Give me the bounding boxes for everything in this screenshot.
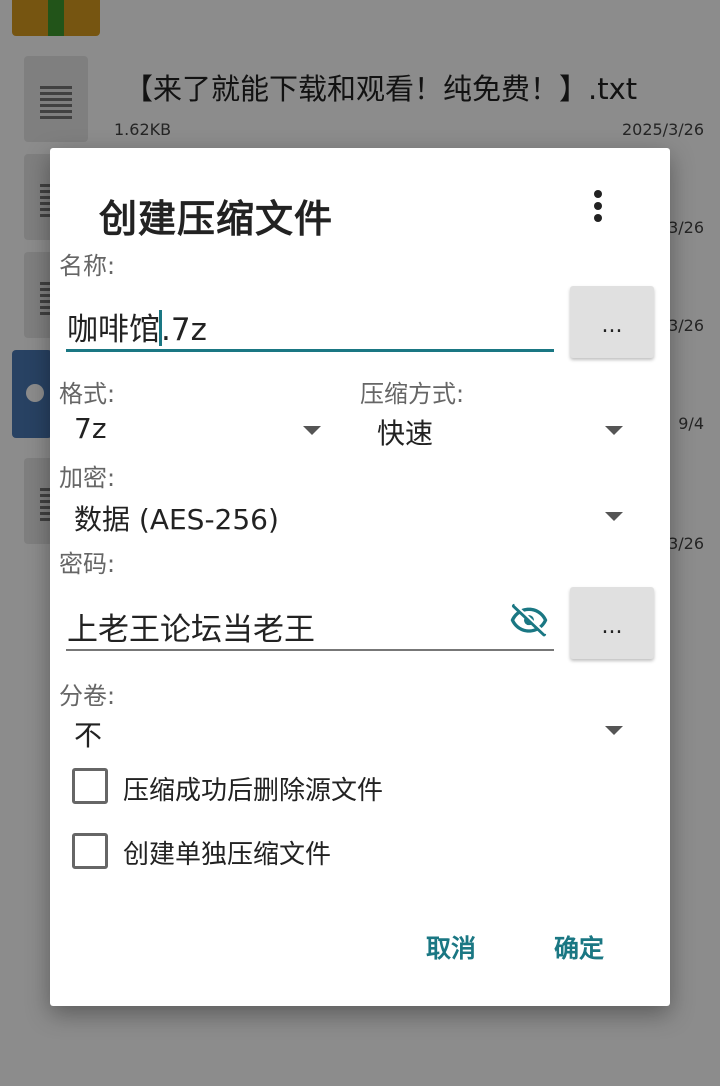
- dropdown-arrow-icon: [605, 726, 623, 735]
- visibility-off-icon[interactable]: [506, 601, 552, 641]
- password-input[interactable]: 上老王论坛当老王: [67, 604, 315, 649]
- encryption-value: 数据 (AES-256): [74, 503, 279, 536]
- dropdown-arrow-icon: [605, 426, 623, 435]
- separate-archives-checkbox[interactable]: [72, 833, 108, 869]
- ok-button[interactable]: 确定: [554, 929, 604, 965]
- password-options-button[interactable]: ...: [570, 587, 654, 659]
- split-label: 分卷:: [59, 682, 116, 710]
- name-label: 名称:: [59, 252, 116, 280]
- encryption-label: 加密:: [59, 464, 116, 492]
- compression-label: 压缩方式:: [360, 380, 465, 408]
- separate-archives-label[interactable]: 创建单独压缩文件: [123, 834, 331, 871]
- dropdown-arrow-icon: [605, 512, 623, 521]
- format-label: 格式:: [59, 380, 116, 408]
- archive-name-extension: .7z: [161, 312, 207, 348]
- dropdown-arrow-icon: [303, 426, 321, 435]
- compression-value: 快速: [377, 417, 434, 450]
- password-label: 密码:: [59, 550, 116, 578]
- create-archive-dialog: 创建压缩文件 名称: 咖啡馆.7z ... 格式: 压缩方式: 7z 快速 加密…: [50, 148, 670, 1006]
- archive-name-underline: [66, 349, 554, 352]
- archive-name-input[interactable]: 咖啡馆.7z: [67, 304, 207, 349]
- more-vert-icon[interactable]: [586, 190, 610, 230]
- password-underline: [66, 649, 554, 651]
- format-value: 7z: [74, 412, 107, 445]
- delete-source-label[interactable]: 压缩成功后删除源文件: [123, 770, 383, 807]
- cancel-button[interactable]: 取消: [426, 929, 476, 965]
- split-value: 不: [74, 719, 103, 752]
- archive-name-text: 咖啡馆: [67, 312, 160, 348]
- delete-source-checkbox[interactable]: [72, 768, 108, 804]
- browse-path-button[interactable]: ...: [570, 286, 654, 358]
- dialog-title: 创建压缩文件: [99, 197, 334, 241]
